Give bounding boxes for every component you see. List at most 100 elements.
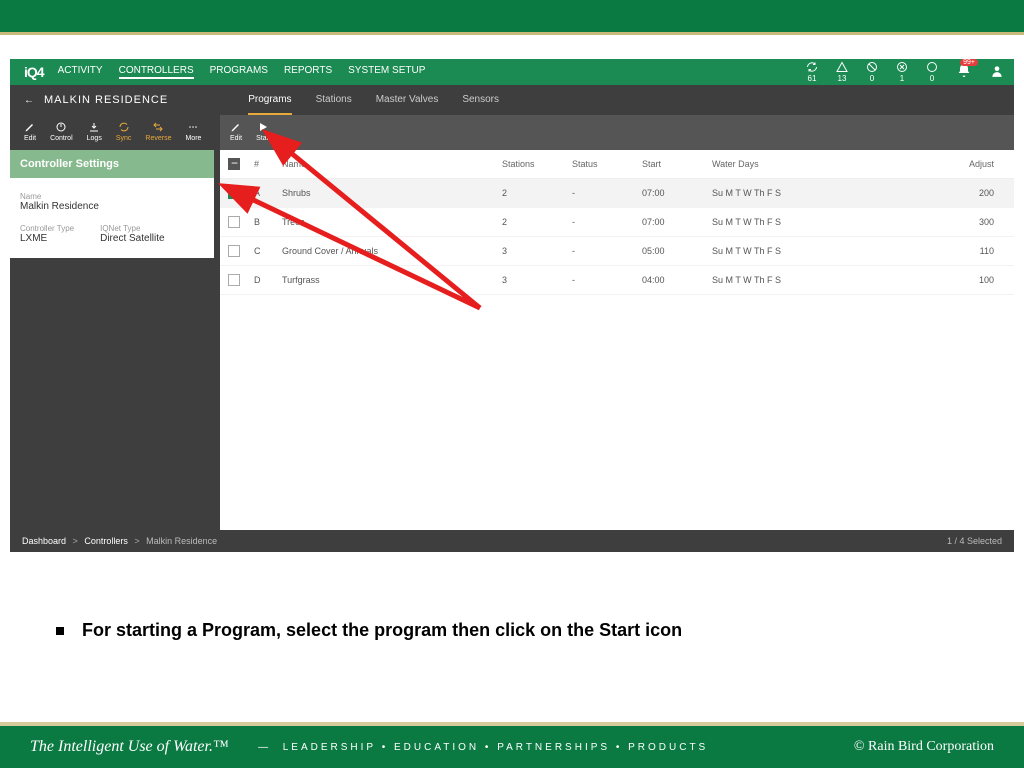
table-row[interactable]: BTrees2-07:00Su M T W Th F S300 xyxy=(220,208,1014,237)
nav-controllers[interactable]: CONTROLLERS xyxy=(119,65,194,79)
controller-name: MALKIN RESIDENCE xyxy=(44,94,168,106)
sidebar-panel: Name Malkin Residence Controller Type LX… xyxy=(10,178,214,258)
nav-activity[interactable]: ACTIVITY xyxy=(58,65,103,79)
col-waterdays[interactable]: Water Days xyxy=(706,150,856,179)
table-header-row: # Name Stations Status Start Water Days … xyxy=(220,150,1014,179)
block-icon xyxy=(866,61,878,73)
circle-icon xyxy=(926,61,938,73)
cell-waterdays: Su M T W Th F S xyxy=(706,237,856,266)
cell-name: Shrubs xyxy=(276,179,496,208)
app-header: iQ4 ACTIVITY CONTROLLERS PROGRAMS REPORT… xyxy=(10,59,1014,85)
table-row[interactable]: DTurfgrass3-04:00Su M T W Th F S100 xyxy=(220,266,1014,295)
app-screenshot: iQ4 ACTIVITY CONTROLLERS PROGRAMS REPORT… xyxy=(10,59,1014,552)
table-row[interactable]: CGround Cover / Annuals3-05:00Su M T W T… xyxy=(220,237,1014,266)
label-name: Name xyxy=(20,192,204,201)
controller-tabs: Programs Stations Master Valves Sensors xyxy=(248,86,499,115)
cell-status: - xyxy=(566,179,636,208)
select-all-checkbox[interactable] xyxy=(228,158,240,170)
side-logs[interactable]: Logs xyxy=(87,121,102,142)
pencil-icon xyxy=(24,121,36,133)
tab-master-valves[interactable]: Master Valves xyxy=(376,86,439,115)
cell-stations: 3 xyxy=(496,266,566,295)
row-checkbox[interactable] xyxy=(228,187,240,199)
sync-icon xyxy=(118,121,130,133)
sidebar-toolbar: Edit Control Logs Sync Reverse More xyxy=(10,115,214,150)
side-sync[interactable]: Sync xyxy=(116,121,132,142)
side-edit[interactable]: Edit xyxy=(24,121,36,142)
main-nav: ACTIVITY CONTROLLERS PROGRAMS REPORTS SY… xyxy=(58,65,426,79)
side-reverse[interactable]: Reverse xyxy=(145,121,171,142)
cell-stations: 3 xyxy=(496,237,566,266)
tab-sensors[interactable]: Sensors xyxy=(462,86,499,115)
cell-start: 05:00 xyxy=(636,237,706,266)
side-more[interactable]: More xyxy=(185,121,201,142)
sync-icon xyxy=(806,61,818,73)
cell-stations: 2 xyxy=(496,179,566,208)
cell-adjust: 300 xyxy=(856,208,1014,237)
cell-start: 07:00 xyxy=(636,179,706,208)
alert-icon xyxy=(836,61,848,73)
header-status-icons: 61 13 0 1 0 99+ xyxy=(806,61,1014,83)
col-stations[interactable]: Stations xyxy=(496,150,566,179)
status-sync[interactable]: 61 xyxy=(806,61,818,83)
status-ok[interactable]: 0 xyxy=(926,61,938,83)
download-icon xyxy=(88,121,100,133)
nav-reports[interactable]: REPORTS xyxy=(284,65,332,79)
cell-status: - xyxy=(566,208,636,237)
notifications-bell[interactable]: 99+ xyxy=(956,63,972,82)
controller-subheader: ← MALKIN RESIDENCE Programs Stations Mas… xyxy=(10,85,1014,115)
label-ctype: Controller Type xyxy=(20,224,74,233)
cell-name: Turfgrass xyxy=(276,266,496,295)
profile-menu[interactable] xyxy=(990,64,1004,81)
label-iqnet: IQNet Type xyxy=(100,224,164,233)
person-icon xyxy=(990,64,1004,78)
nav-programs[interactable]: PROGRAMS xyxy=(210,65,268,79)
main-toolbar: Edit Start xyxy=(220,115,1014,150)
tab-programs[interactable]: Programs xyxy=(248,86,291,115)
selection-count: 1 / 4 Selected xyxy=(947,536,1002,546)
main-edit[interactable]: Edit xyxy=(230,121,242,142)
cell-status: - xyxy=(566,237,636,266)
slide-accent-bar xyxy=(0,32,1024,35)
side-control[interactable]: Control xyxy=(50,121,73,142)
col-name[interactable]: Name xyxy=(276,150,496,179)
crumb-controllers[interactable]: Controllers xyxy=(84,536,128,546)
tab-stations[interactable]: Stations xyxy=(316,86,352,115)
status-alert[interactable]: 13 xyxy=(836,61,848,83)
col-start[interactable]: Start xyxy=(636,150,706,179)
back-button[interactable]: ← xyxy=(10,95,44,106)
value-ctype: LXME xyxy=(20,233,74,244)
app-logo[interactable]: iQ4 xyxy=(10,64,58,80)
bullet-icon xyxy=(56,627,64,635)
cell-adjust: 200 xyxy=(856,179,1014,208)
value-name: Malkin Residence xyxy=(20,201,204,212)
cell-stations: 2 xyxy=(496,208,566,237)
cell-waterdays: Su M T W Th F S xyxy=(706,266,856,295)
nav-system-setup[interactable]: SYSTEM SETUP xyxy=(348,65,425,79)
cell-name: Trees xyxy=(276,208,496,237)
row-checkbox[interactable] xyxy=(228,274,240,286)
cell-start: 04:00 xyxy=(636,266,706,295)
cell-id: B xyxy=(248,208,276,237)
cell-waterdays: Su M T W Th F S xyxy=(706,208,856,237)
footer-tagline: The Intelligent Use of Water.™ xyxy=(30,738,229,756)
status-block[interactable]: 0 xyxy=(866,61,878,83)
cell-waterdays: Su M T W Th F S xyxy=(706,179,856,208)
cell-status: - xyxy=(566,266,636,295)
instruction-text: For starting a Program, select the progr… xyxy=(56,620,984,641)
app-body: Edit Control Logs Sync Reverse More Cont… xyxy=(10,115,1014,530)
table-row[interactable]: AShrubs2-07:00Su M T W Th F S200 xyxy=(220,179,1014,208)
main-panel: Edit Start # Name Stations Status Start … xyxy=(220,115,1014,530)
col-status[interactable]: Status xyxy=(566,150,636,179)
col-id[interactable]: # xyxy=(248,150,276,179)
crumb-dashboard[interactable]: Dashboard xyxy=(22,536,66,546)
col-adjust[interactable]: Adjust xyxy=(856,150,1014,179)
main-start[interactable]: Start xyxy=(256,121,271,142)
cell-name: Ground Cover / Annuals xyxy=(276,237,496,266)
row-checkbox[interactable] xyxy=(228,216,240,228)
status-stop[interactable]: 1 xyxy=(896,61,908,83)
footer-copyright: © Rain Bird Corporation xyxy=(854,739,994,755)
stop-icon xyxy=(896,61,908,73)
power-icon xyxy=(55,121,67,133)
row-checkbox[interactable] xyxy=(228,245,240,257)
